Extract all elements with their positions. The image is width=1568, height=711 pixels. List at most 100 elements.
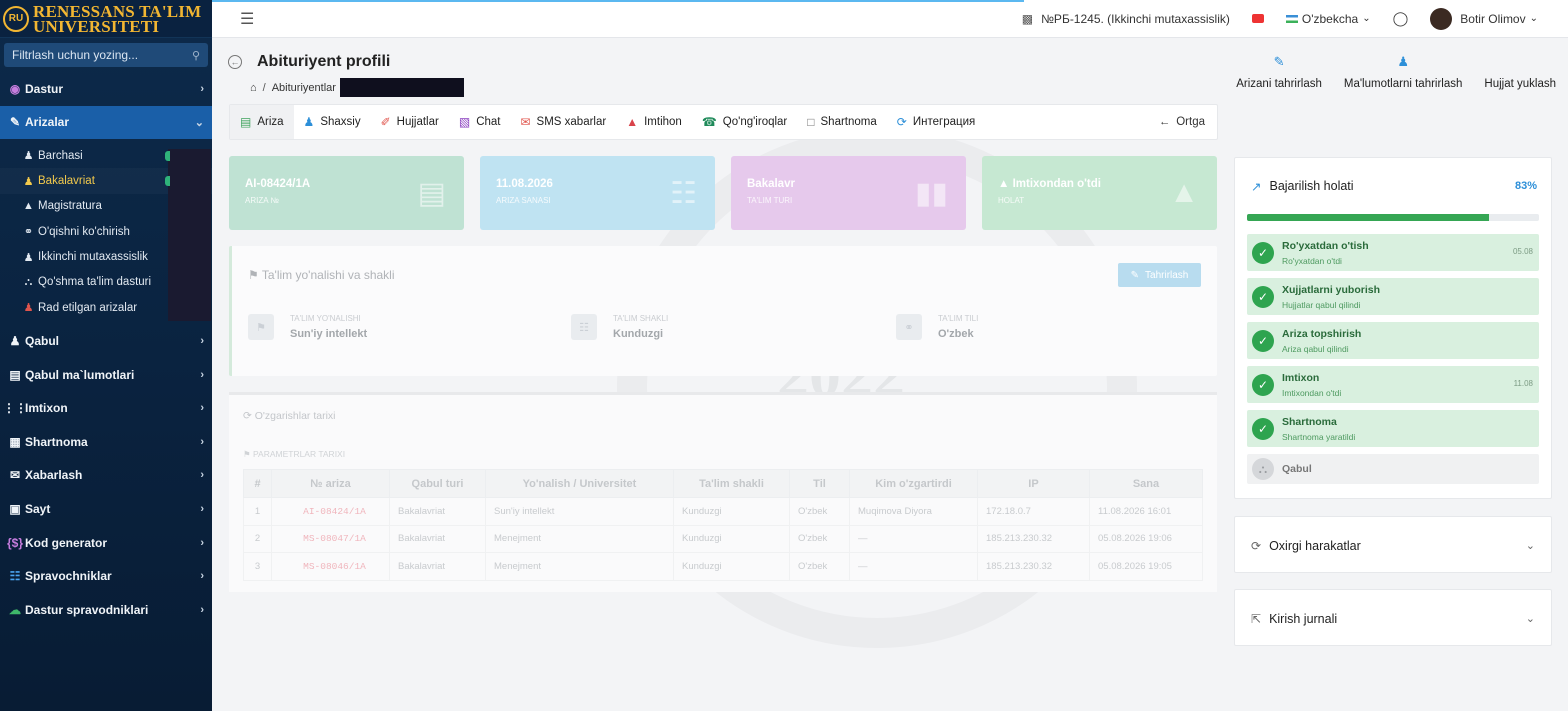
nav-spravochniklar[interactable]: ☷ Spravochniklar ›	[0, 559, 212, 593]
tab-sms[interactable]: ✉ SMS xabarlar	[510, 105, 616, 139]
field-language: ⚭ TA'LIM TILI O'zbek	[896, 314, 978, 340]
tab-shaxsiy[interactable]: ♟ Shaxsiy	[294, 105, 371, 139]
sayt-icon: ▣	[9, 502, 21, 517]
cell-link[interactable]: AI-08424/1A	[271, 497, 390, 526]
back-circle-icon: ←	[1158, 116, 1171, 128]
column-header: IP	[977, 469, 1090, 498]
login-log-panel[interactable]: ⇱ Kirish jurnali ⌄	[1234, 589, 1552, 646]
tab-shartnoma[interactable]: □ Shartnoma	[797, 105, 887, 139]
nav-xabarlash[interactable]: ✉ Xabarlash ›	[0, 459, 212, 493]
org-selector[interactable]: ▩ №РБ-1245. (Ikkinchi mutaxassislik)	[1022, 12, 1230, 26]
cell: Bakalavriat	[389, 552, 486, 581]
column-header: Sana	[1089, 469, 1203, 498]
recent-actions-header[interactable]: ⟳ Oxirgi harakatlar ⌄	[1235, 517, 1551, 574]
signpost-icon: ⚑	[248, 268, 262, 282]
application-content: AI-08424/1A ARIZA № ▤ 11.08.2026 ARIZA SANA…	[229, 156, 1217, 631]
cell: 185.213.230.32	[977, 552, 1090, 581]
youtube-button[interactable]	[1251, 14, 1264, 23]
progress-panel: ↗ Bajarilish holati 83% ✓ Ro'yxatdan o'ti…	[1234, 157, 1552, 499]
language-selector[interactable]: O'zbekcha ⌄	[1285, 11, 1371, 26]
breadcrumb: ⌂ / Abituriyentlar	[250, 78, 464, 97]
progress-percent: 83%	[1514, 180, 1537, 192]
login-log-header[interactable]: ⇱ Kirish jurnali ⌄	[1235, 590, 1551, 647]
building-icon: ⛬	[24, 275, 33, 288]
progress-bar	[1247, 214, 1539, 221]
chat-button[interactable]: ◯	[1393, 10, 1409, 27]
tab-integration[interactable]: ⟳ Интеграция	[887, 105, 985, 139]
nav-shartnoma[interactable]: ▦ Shartnoma ›	[0, 425, 212, 459]
redacted-name	[339, 78, 464, 97]
user-menu[interactable]: Botir Olimov ⌄	[1430, 7, 1538, 30]
check-icon: ✓	[1252, 373, 1274, 396]
home-icon[interactable]: ⌂	[250, 82, 257, 94]
recent-actions-panel[interactable]: ⟳ Oxirgi harakatlar ⌄	[1234, 516, 1552, 573]
envelope-icon: ✉	[9, 468, 21, 483]
upload-document-button[interactable]: Hujjat yuklash	[1484, 54, 1556, 90]
building-icon: ⛬	[1252, 458, 1274, 480]
page-title: Abituriyent profili	[257, 53, 391, 70]
cell: 185.213.230.32	[977, 524, 1090, 553]
language-label: O'zbekcha	[1301, 11, 1359, 26]
cell: O'zbek	[789, 497, 850, 526]
cell: Menejment	[485, 524, 674, 553]
sub-label: Qo'shma ta'lim dasturi	[38, 276, 152, 289]
step-sub: Ariza qabul qilindi	[1282, 343, 1349, 354]
cell: 172.18.0.7	[977, 497, 1090, 526]
phone-icon: ☎	[701, 115, 717, 129]
step-sub: Shartnoma yaratildi	[1282, 431, 1356, 442]
step-registration: ✓ Ro'yxatdan o'tish Ro'yxatdan o'tdi 05.08	[1247, 234, 1539, 271]
tab-imtihon[interactable]: ▲ Imtihon	[616, 105, 692, 139]
nav-sayt[interactable]: ▣ Sayt ›	[0, 492, 212, 526]
panel-title: Oxirgi harakatlar	[1269, 538, 1361, 553]
nav-dastur[interactable]: ◉ Dastur ›	[0, 72, 212, 106]
nav-label: Imtixon	[25, 401, 68, 416]
tab-ariza[interactable]: ▤ Ariza	[230, 105, 294, 139]
tab-hujjatlar[interactable]: ✐ Hujjatlar	[371, 105, 449, 139]
table-row: 1 AI-08424/1A Bakalavriat Sun'iy intellekt K…	[243, 497, 1203, 526]
chevron-right-icon: ›	[200, 335, 204, 348]
step-exam: ✓ Imtixon Imtixondan o'tdi 11.08	[1247, 366, 1539, 403]
column-header: Yo'nalish / Universitet	[485, 469, 674, 498]
sidebar-filter-input[interactable]: Filtrlash uchun yozing... ⚲	[4, 43, 208, 67]
sub-label: Bakalavriat	[38, 175, 95, 188]
file-icon: □	[807, 115, 815, 129]
check-icon: ✓	[1252, 329, 1274, 352]
education-section: ⚑ Ta'lim yo'nalishi va shakli ✎ Tahrirlas…	[229, 246, 1217, 376]
nav-arizalar[interactable]: ✎ Arizalar ⌄	[0, 105, 212, 140]
nav-qabul-malumotlari[interactable]: ▤ Qabul ma`lumotlari ›	[0, 358, 212, 392]
tab-label: Shaxsiy	[320, 116, 361, 128]
back-arrow-icon[interactable]: ←	[228, 55, 242, 69]
back-button[interactable]: ← Ortga	[1159, 105, 1205, 139]
envelope-icon: ✉	[520, 115, 531, 129]
qabul-malumotlari-icon: ▤	[9, 367, 21, 382]
nav-imtixon[interactable]: ⋮⋮ Imtixon ›	[0, 391, 212, 425]
hamburger-menu-icon[interactable]: ☰	[240, 9, 254, 29]
edit-education-button[interactable]: ✎ Tahrirlash	[1118, 263, 1201, 287]
nav-label: Dastur spravodniklari	[25, 602, 149, 617]
grid-icon: ⋮⋮	[3, 401, 27, 416]
tab-chat[interactable]: ▧ Chat	[449, 105, 511, 139]
cell-link[interactable]: MS-08046/1A	[271, 552, 390, 581]
edit-data-button[interactable]: ♟ Ma'lumotlarni tahrirlash	[1344, 54, 1463, 90]
step-sub: Ro'yxatdan o'tdi	[1282, 255, 1342, 266]
nav-dastur-spravodniklari[interactable]: ☁ Dastur spravodniklari ›	[0, 593, 212, 627]
status-dot	[165, 176, 170, 187]
progress-fill	[1247, 214, 1490, 221]
chevron-right-icon: ›	[200, 570, 204, 583]
breadcrumb-link[interactable]: Abituriyentlar	[272, 82, 336, 94]
nav-kod-generator[interactable]: {$} Kod generator ›	[0, 526, 212, 560]
brand-name: RENESSANS TA'LIM UNIVERSITETI	[33, 3, 201, 35]
table-row: 2 MS-08047/1A Bakalavriat Menejment Kunduzgi…	[243, 524, 1203, 553]
cell: 05.08.2026 19:06	[1089, 524, 1203, 553]
chat-icon: ▧	[458, 115, 471, 129]
university-logo-icon: RU	[3, 5, 29, 32]
tab-calls[interactable]: ☎ Qo'ng'iroqlar	[692, 105, 797, 139]
brand[interactable]: RU RENESSANS TA'LIM UNIVERSITETI	[0, 0, 212, 38]
edit-application-button[interactable]: ✎ Arizani tahrirlash	[1236, 54, 1322, 90]
nav-qabul[interactable]: ♟ Qabul ›	[0, 324, 212, 358]
section-title-text: Ta'lim yo'nalishi va shakli	[261, 268, 395, 282]
table-header-row: # № ariza Qabul turi Yo'nalish / Univers…	[243, 469, 1203, 498]
tab-label: Qo'ng'iroqlar	[722, 116, 788, 128]
user-icon: ♟	[303, 115, 315, 129]
cell-link[interactable]: MS-08047/1A	[271, 524, 390, 553]
